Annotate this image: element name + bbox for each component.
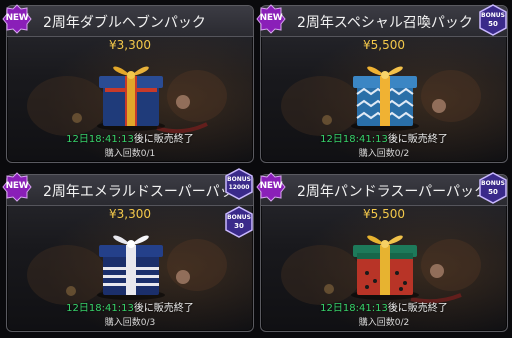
pack-title: 2周年ダブルヘブンパック <box>43 15 206 31</box>
sale-countdown: 12日18:41:13後に販売終了 <box>7 130 253 145</box>
bonus-label: BONUS <box>481 180 505 187</box>
pack-shop-grid: 2周年ダブルヘブンパック ¥3,300 12日18:41:13後に販売終了 購入… <box>0 0 512 338</box>
new-badge-label: NEW <box>5 181 29 191</box>
countdown-time: 12日18:41:13 <box>66 303 134 314</box>
purchase-count: 購入回数0/3 <box>104 318 156 328</box>
pack-card-pandora-super[interactable]: 2周年パンドラスーパーパック ¥5,500 12日18:41:13後に販売終了 … <box>260 174 508 332</box>
gift-box-icon <box>351 235 419 300</box>
purchase-count: 購入回数0/1 <box>104 149 156 159</box>
pack-title: 2周年スペシャル召喚パック <box>297 15 473 31</box>
countdown-time: 12日18:41:13 <box>66 134 134 145</box>
pack-price: ¥3,300 <box>109 38 151 52</box>
new-badge: NEW <box>2 172 32 202</box>
bonus-value: 50 <box>488 20 498 28</box>
gift-box-icon <box>97 66 165 131</box>
bonus-badge-emerald: BONUS 12000 <box>224 168 254 200</box>
pack-card-special-summon[interactable]: 2周年スペシャル召喚パック ¥5,500 12日18:41:13後に販売終了 購… <box>260 5 508 163</box>
purchase-count: 購入回数0/2 <box>358 318 410 328</box>
pack-price: ¥3,300 <box>109 207 151 221</box>
new-badge: NEW <box>256 172 286 202</box>
bonus-badge-crown: BONUS 30 <box>224 206 254 238</box>
sale-countdown: 12日18:41:13後に販売終了 <box>261 299 507 314</box>
pack-price: ¥5,500 <box>363 207 405 221</box>
bonus-value: 30 <box>234 222 244 230</box>
new-badge: NEW <box>2 4 32 34</box>
bonus-label: BONUS <box>227 214 251 221</box>
bonus-label: BONUS <box>481 12 505 19</box>
bonus-label: BONUS <box>227 176 251 183</box>
countdown-suffix: 後に販売終了 <box>133 303 194 314</box>
countdown-suffix: 後に販売終了 <box>387 303 448 314</box>
new-badge-label: NEW <box>5 13 29 23</box>
countdown-suffix: 後に販売終了 <box>387 134 448 145</box>
pack-card-double-heaven[interactable]: 2周年ダブルヘブンパック ¥3,300 12日18:41:13後に販売終了 購入… <box>6 5 254 163</box>
gift-box-icon <box>351 66 419 131</box>
gift-box-icon <box>97 235 165 300</box>
new-badge-label: NEW <box>259 13 283 23</box>
bonus-badge: BONUS 50 <box>478 4 508 36</box>
bonus-value: 12000 <box>228 184 250 191</box>
countdown-time: 12日18:41:13 <box>320 134 388 145</box>
countdown-time: 12日18:41:13 <box>320 303 388 314</box>
pack-card-emerald-super[interactable]: 2周年エメラルドスーパーパック ¥3,300 12日18:41:13後に販売終了… <box>6 174 254 332</box>
pack-title: 2周年エメラルドスーパーパック <box>43 184 248 200</box>
new-badge-label: NEW <box>259 181 283 191</box>
countdown-suffix: 後に販売終了 <box>133 134 194 145</box>
pack-price: ¥5,500 <box>363 38 405 52</box>
bonus-badge: BONUS 50 <box>478 172 508 204</box>
new-badge: NEW <box>256 4 286 34</box>
sale-countdown: 12日18:41:13後に販売終了 <box>7 299 253 314</box>
pack-title: 2周年パンドラスーパーパック <box>297 184 489 200</box>
purchase-count: 購入回数0/2 <box>358 149 410 159</box>
sale-countdown: 12日18:41:13後に販売終了 <box>261 130 507 145</box>
bonus-value: 50 <box>488 188 498 196</box>
